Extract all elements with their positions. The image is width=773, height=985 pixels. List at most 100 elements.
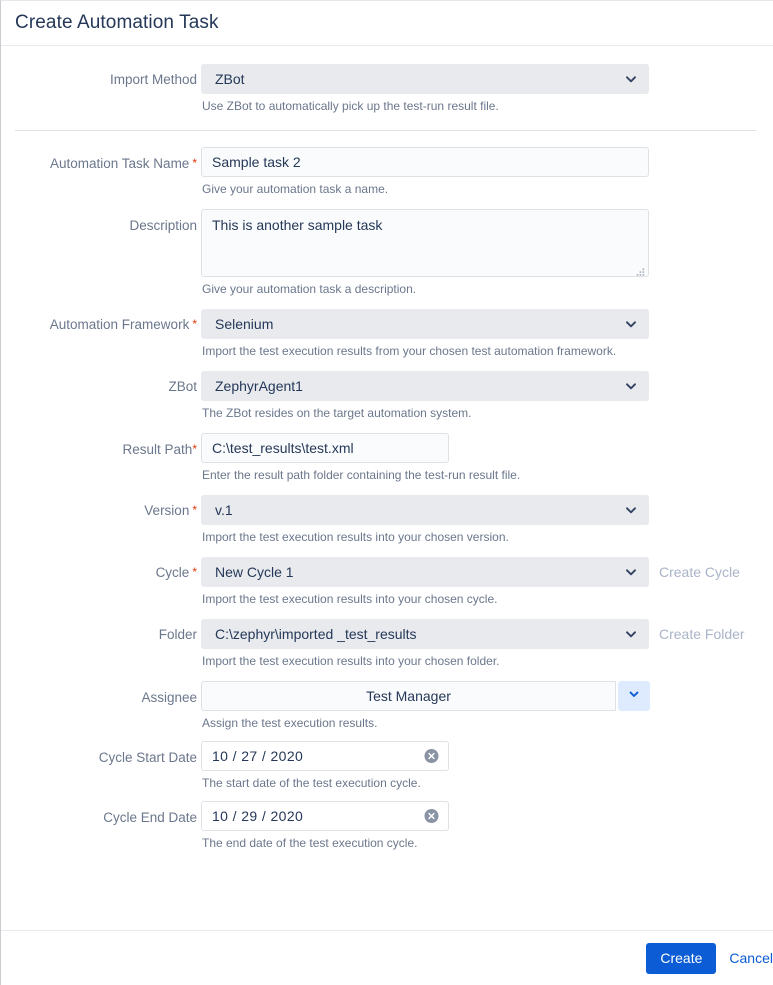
- task-name-label: Automation Task Name *: [1, 147, 197, 171]
- required-asterisk: *: [192, 317, 197, 331]
- cycle-control-group: New Cycle 1 Create Cycle: [201, 557, 773, 587]
- task-name-input[interactable]: Sample task 2: [201, 147, 649, 177]
- description-field: This is another sample task Give your au…: [197, 209, 773, 296]
- field-row-zbot: ZBot ZephyrAgent1 The ZBot resides on th…: [1, 371, 773, 420]
- chevron-down-icon: [624, 72, 638, 86]
- description-hint: Give your automation task a description.: [202, 282, 417, 296]
- assignee-value: Test Manager: [366, 688, 451, 704]
- form-body: Import Method ZBot Use ZBot to automatic…: [1, 46, 773, 850]
- field-row-result-path: Result Path* C:\test_results\test.xml En…: [1, 433, 773, 482]
- field-row-import-method: Import Method ZBot Use ZBot to automatic…: [1, 64, 773, 113]
- assignee-hint: Assign the test execution results.: [202, 716, 378, 730]
- page-title: Create Automation Task: [15, 12, 219, 33]
- zbot-label-text: ZBot: [168, 379, 197, 394]
- chevron-down-icon: [624, 317, 638, 331]
- field-row-task-name: Automation Task Name * Sample task 2 Give…: [1, 147, 773, 196]
- dialog-footer: Create Cancel: [1, 930, 773, 985]
- clear-circle-icon[interactable]: [424, 809, 439, 824]
- cycle-end-date-label-text: Cycle End Date: [103, 810, 197, 825]
- create-cycle-button[interactable]: Create Cycle: [659, 564, 740, 580]
- chevron-down-icon: [624, 379, 638, 393]
- framework-select[interactable]: Selenium: [201, 309, 649, 339]
- folder-label-text: Folder: [158, 627, 197, 642]
- result-path-hint: Enter the result path folder containing …: [202, 468, 521, 482]
- cycle-hint: Import the test execution results into y…: [202, 592, 498, 606]
- cycle-end-date-value: 10 / 29 / 2020: [212, 808, 304, 824]
- field-row-cycle: Cycle * New Cycle 1 Create Cycle Import t…: [1, 557, 773, 606]
- framework-value: Selenium: [215, 316, 274, 332]
- result-path-label: Result Path*: [1, 433, 197, 457]
- chevron-down-icon: [624, 565, 638, 579]
- cycle-start-date-value: 10 / 27 / 2020: [212, 748, 304, 764]
- resize-grip-icon[interactable]: [636, 264, 645, 276]
- folder-control-group: C:\zephyr\imported _test_results Create …: [201, 619, 773, 649]
- task-name-value: Sample task 2: [212, 154, 301, 170]
- required-asterisk: *: [192, 565, 197, 579]
- framework-label: Automation Framework *: [1, 309, 197, 332]
- cycle-label-text: Cycle: [155, 565, 190, 580]
- assignee-input[interactable]: Test Manager: [201, 681, 616, 711]
- result-path-input[interactable]: C:\test_results\test.xml: [201, 433, 449, 463]
- import-method-label: Import Method: [1, 64, 197, 87]
- field-row-cycle-start-date: Cycle Start Date 10 / 27 / 2020 The star…: [1, 741, 773, 790]
- field-row-framework: Automation Framework * Selenium Import th…: [1, 309, 773, 358]
- version-select[interactable]: v.1: [201, 495, 649, 525]
- assignee-dropdown-button[interactable]: [618, 681, 650, 711]
- task-name-hint: Give your automation task a name.: [202, 182, 389, 196]
- result-path-value: C:\test_results\test.xml: [212, 440, 354, 456]
- task-name-label-text: Automation Task Name: [50, 156, 190, 171]
- cycle-start-date-hint: The start date of the test execution cyc…: [202, 776, 421, 790]
- folder-label: Folder: [1, 619, 197, 642]
- field-row-cycle-end-date: Cycle End Date 10 / 29 / 2020 The end da…: [1, 801, 773, 850]
- folder-select[interactable]: C:\zephyr\imported _test_results: [201, 619, 649, 649]
- create-automation-task-dialog: Create Automation Task Import Method ZBo…: [0, 0, 773, 985]
- cycle-end-date-field: 10 / 29 / 2020 The end date of the test …: [197, 801, 773, 850]
- zbot-label: ZBot: [1, 371, 197, 394]
- cycle-start-date-field: 10 / 27 / 2020 The start date of the tes…: [197, 741, 773, 790]
- framework-hint: Import the test execution results from y…: [202, 344, 617, 358]
- field-row-version: Version * v.1 Import the test execution r…: [1, 495, 773, 544]
- cycle-end-date-hint: The end date of the test execution cycle…: [202, 836, 418, 850]
- version-field: v.1 Import the test execution results in…: [197, 495, 773, 544]
- zbot-select[interactable]: ZephyrAgent1: [201, 371, 649, 401]
- field-row-folder: Folder C:\zephyr\imported _test_results …: [1, 619, 773, 668]
- result-path-field: C:\test_results\test.xml Enter the resul…: [197, 433, 773, 482]
- cycle-label: Cycle *: [1, 557, 197, 580]
- assignee-field: Test Manager Assign the test execution r…: [197, 681, 773, 730]
- folder-value: C:\zephyr\imported _test_results: [215, 626, 417, 642]
- create-folder-button[interactable]: Create Folder: [659, 626, 745, 642]
- assignee-label: Assignee: [1, 681, 197, 705]
- cycle-end-date-input[interactable]: 10 / 29 / 2020: [201, 801, 449, 831]
- chevron-down-icon: [628, 687, 640, 705]
- description-value: This is another sample task: [212, 217, 383, 233]
- zbot-hint: The ZBot resides on the target automatio…: [202, 406, 472, 420]
- chevron-down-icon: [624, 503, 638, 517]
- framework-label-text: Automation Framework: [49, 317, 190, 332]
- import-method-hint: Use ZBot to automatically pick up the te…: [202, 99, 499, 113]
- zbot-value: ZephyrAgent1: [215, 378, 303, 394]
- description-label: Description: [1, 209, 197, 233]
- assignee-label-text: Assignee: [141, 690, 197, 705]
- cycle-field: New Cycle 1 Create Cycle Import the test…: [197, 557, 773, 606]
- version-hint: Import the test execution results into y…: [202, 530, 509, 544]
- import-method-select[interactable]: ZBot: [201, 64, 649, 94]
- clear-circle-icon[interactable]: [424, 749, 439, 764]
- description-textarea[interactable]: This is another sample task: [201, 209, 649, 277]
- task-name-field: Sample task 2 Give your automation task …: [197, 147, 773, 196]
- create-button[interactable]: Create: [646, 942, 717, 974]
- import-method-value: ZBot: [215, 71, 245, 87]
- folder-hint: Import the test execution results into y…: [202, 654, 500, 668]
- cycle-end-date-label: Cycle End Date: [1, 801, 197, 825]
- folder-field: C:\zephyr\imported _test_results Create …: [197, 619, 773, 668]
- footer-actions: Create Cancel: [1, 931, 773, 985]
- version-label-text: Version: [144, 503, 190, 518]
- import-method-label-text: Import Method: [109, 72, 197, 87]
- cycle-select[interactable]: New Cycle 1: [201, 557, 649, 587]
- field-row-assignee: Assignee Test Manager Assign the test ex…: [1, 681, 773, 730]
- description-label-text: Description: [129, 218, 197, 233]
- chevron-down-icon: [624, 627, 638, 641]
- result-path-label-text: Result Path: [122, 442, 193, 457]
- cycle-value: New Cycle 1: [215, 564, 294, 580]
- cycle-start-date-input[interactable]: 10 / 27 / 2020: [201, 741, 449, 771]
- cancel-button[interactable]: Cancel: [729, 950, 773, 966]
